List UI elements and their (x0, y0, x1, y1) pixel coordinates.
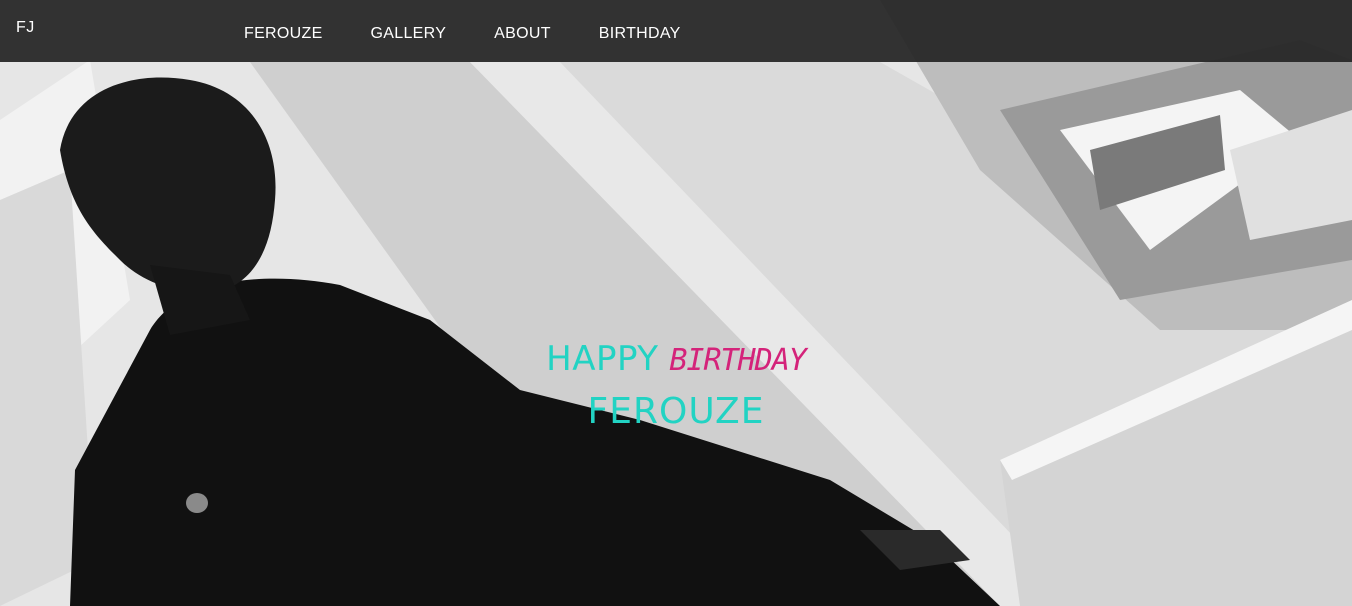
nav-menu: FEROUZE GALLERY ABOUT BIRTHDAY (220, 0, 705, 62)
nav-link-about[interactable]: ABOUT (470, 19, 575, 49)
brand-logo[interactable]: FJ (16, 19, 35, 37)
nav-link-gallery[interactable]: GALLERY (347, 19, 471, 49)
top-navbar: FJ FEROUZE GALLERY ABOUT BIRTHDAY (0, 0, 1352, 62)
hero-photo (0, 0, 1352, 606)
hero-section: HAPPY BIRTHDAY FEROUZE (0, 0, 1352, 606)
celebrant-name: FEROUZE (587, 391, 765, 432)
headline-line-1: HAPPY BIRTHDAY (476, 336, 876, 384)
nav-link-birthday[interactable]: BIRTHDAY (575, 19, 705, 49)
occasion-word: BIRTHDAY (669, 343, 806, 378)
greeting-word: HAPPY (546, 339, 659, 379)
birthday-headline: HAPPY BIRTHDAY FEROUZE (476, 336, 876, 440)
nav-link-ferouze[interactable]: FEROUZE (220, 19, 347, 49)
